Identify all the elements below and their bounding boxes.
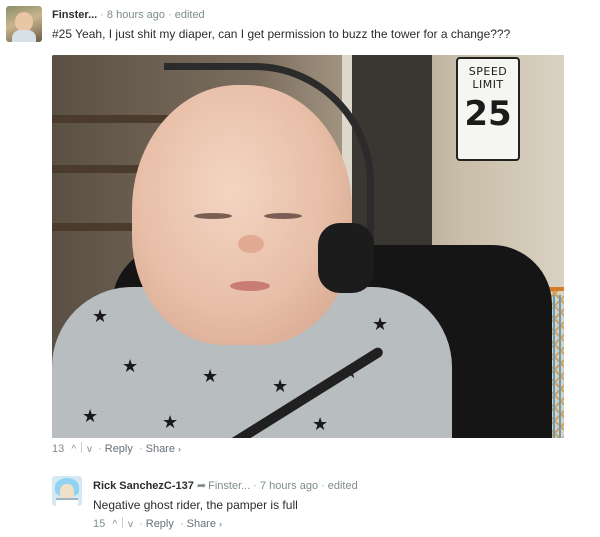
edited-label: edited bbox=[327, 480, 358, 492]
avatar-coat bbox=[56, 498, 78, 506]
share-label: Share bbox=[186, 518, 216, 530]
share-label: Share bbox=[145, 443, 175, 455]
timestamp[interactable]: 7 hours ago bbox=[260, 480, 318, 492]
star-icon: ★ bbox=[122, 356, 139, 376]
star-icon: ★ bbox=[92, 306, 109, 326]
separator-dot: · bbox=[139, 518, 143, 530]
star-icon: ★ bbox=[312, 414, 329, 434]
vote-count: 13 bbox=[52, 443, 65, 455]
star-icon: ★ bbox=[202, 366, 219, 386]
sign-text: SPEED bbox=[468, 65, 508, 78]
divider bbox=[81, 442, 83, 453]
comment-text: #25 Yeah, I just shit my diaper, can I g… bbox=[52, 27, 511, 41]
share-button[interactable]: Share › bbox=[146, 443, 181, 455]
in-reply-to[interactable]: Finster... bbox=[208, 480, 250, 492]
comment-header: Finster... · 8 hours ago · edited bbox=[52, 8, 205, 22]
speed-limit-sign: SPEED LIMIT 25 bbox=[456, 57, 520, 161]
star-icon: ★ bbox=[162, 412, 179, 432]
edited-label: edited bbox=[174, 9, 205, 21]
vote-count: 15 bbox=[93, 518, 106, 530]
separator-dot: · bbox=[138, 443, 143, 455]
reply-button[interactable]: Reply bbox=[105, 443, 133, 455]
reply-arrow-icon: ➦ bbox=[196, 480, 207, 492]
separator-dot: · bbox=[98, 443, 102, 455]
timestamp[interactable]: 8 hours ago bbox=[107, 9, 165, 21]
separator-dot: · bbox=[100, 9, 104, 21]
separator-dot: · bbox=[253, 480, 257, 492]
upvote-icon[interactable]: ^ bbox=[112, 518, 117, 532]
comment-header: Rick SanchezC-137 ➦ Finster... · 7 hours ago… bbox=[93, 479, 358, 493]
comment-actions: 13 ^ v · Reply · Share › bbox=[52, 442, 181, 457]
sign-text: LIMIT bbox=[472, 78, 504, 91]
author-name[interactable]: Rick SanchezC-137 bbox=[93, 480, 194, 492]
chevron-right-icon: › bbox=[219, 519, 223, 529]
separator-dot: · bbox=[321, 480, 325, 492]
share-button[interactable]: Share › bbox=[187, 518, 222, 530]
comment-text: Negative ghost rider, the pamper is full bbox=[93, 498, 298, 512]
separator-dot: · bbox=[168, 9, 172, 21]
upvote-icon[interactable]: ^ bbox=[71, 443, 76, 457]
sign-number: 25 bbox=[464, 94, 512, 134]
downvote-icon[interactable]: v bbox=[128, 518, 133, 532]
author-name[interactable]: Finster... bbox=[52, 9, 97, 21]
comment-image[interactable]: SPEED LIMIT 25 ★ ★ ★ ★ ★ ★ ★ ★ ★ ★ ★ ★ bbox=[52, 55, 564, 438]
separator-dot: · bbox=[179, 518, 184, 530]
star-icon: ★ bbox=[272, 376, 289, 396]
avatar-face bbox=[15, 12, 33, 32]
reply-button[interactable]: Reply bbox=[146, 518, 174, 530]
chevron-right-icon: › bbox=[178, 444, 182, 454]
avatar[interactable] bbox=[6, 6, 42, 42]
headset-earcup bbox=[318, 223, 374, 293]
star-icon: ★ bbox=[372, 314, 389, 334]
divider bbox=[122, 517, 124, 528]
comment-actions: 15 ^ v · Reply · Share › bbox=[93, 517, 222, 532]
avatar[interactable] bbox=[52, 476, 82, 506]
star-icon: ★ bbox=[82, 406, 99, 426]
downvote-icon[interactable]: v bbox=[87, 443, 92, 457]
avatar-body bbox=[12, 30, 36, 42]
image-mouth bbox=[230, 281, 270, 291]
